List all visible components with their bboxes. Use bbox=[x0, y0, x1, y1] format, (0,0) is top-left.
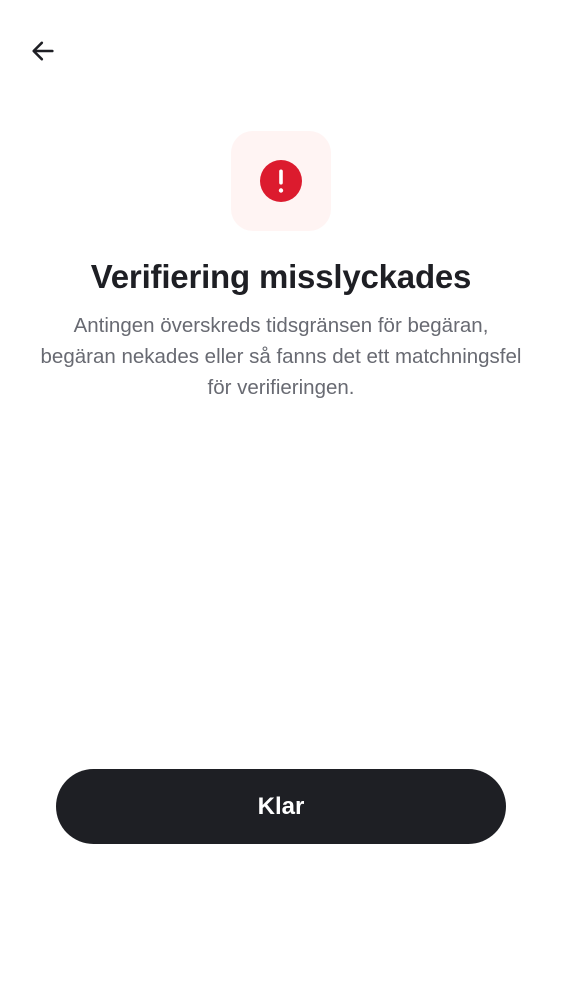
error-description: Antingen överskreds tidsgränsen för begä… bbox=[40, 314, 522, 399]
page-title: Verifiering misslyckades bbox=[90, 258, 472, 295]
error-status-tile bbox=[231, 131, 331, 231]
error-exclamation-icon bbox=[260, 160, 302, 202]
arrow-left-icon bbox=[32, 41, 54, 61]
done-button[interactable]: Klar bbox=[56, 769, 506, 844]
back-button[interactable] bbox=[22, 30, 64, 72]
